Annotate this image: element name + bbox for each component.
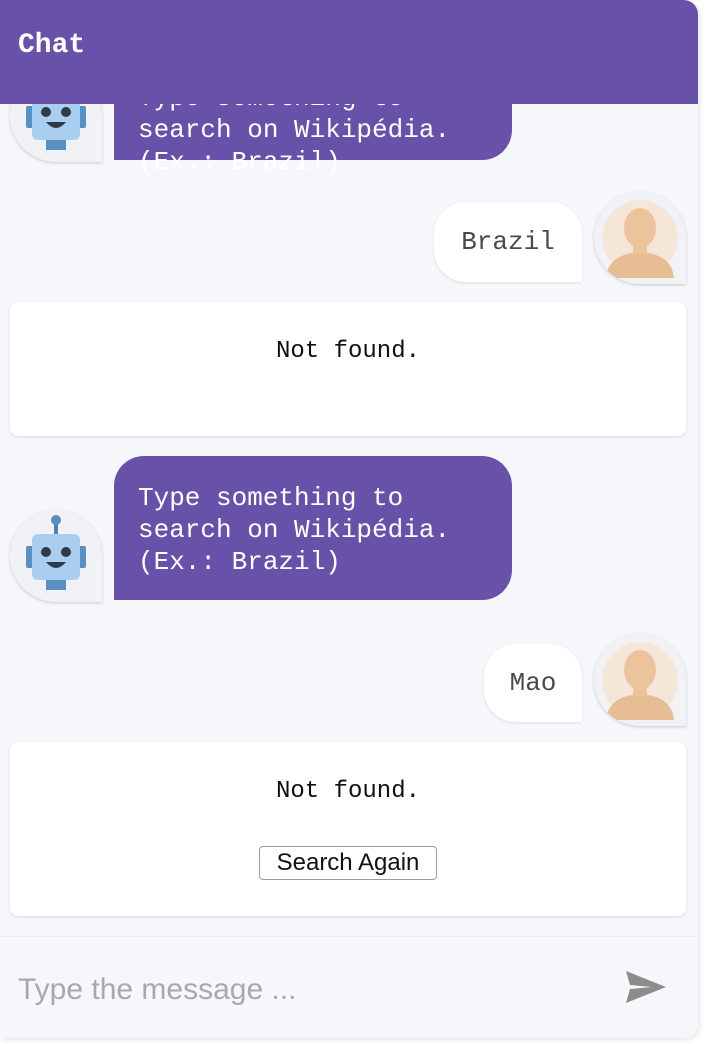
bot-avatar [10, 510, 102, 602]
user-message: Brazil [434, 202, 582, 282]
bot-message: Type something to search on Wikipédia. (… [114, 456, 512, 600]
user-message: Mao [484, 644, 582, 722]
chat-header: Chat [0, 0, 698, 104]
user-message-text: Mao [509, 668, 557, 698]
user-avatar-icon [602, 200, 678, 278]
search-again-button[interactable]: Search Again [259, 846, 437, 880]
send-button[interactable] [618, 963, 672, 1011]
user-avatar-icon [602, 642, 678, 720]
message-input[interactable] [16, 959, 600, 1021]
chat-title: Chat [18, 30, 86, 61]
bot-message: Type something to search on Wikipédia. (… [114, 104, 512, 177]
chat-window: Chat Type something to search on Wikipéd… [0, 0, 698, 1038]
bot-avatar [10, 104, 102, 162]
user-avatar [594, 192, 686, 284]
send-icon [626, 971, 666, 1003]
user-avatar [594, 634, 686, 726]
result-text: Not found. [275, 778, 421, 805]
robot-icon [26, 515, 86, 590]
robot-icon [26, 104, 86, 150]
message-input-bar [0, 936, 698, 1038]
user-message-text: Brazil [461, 227, 555, 257]
result-card: Not found. [10, 302, 686, 436]
result-text: Not found. [275, 338, 421, 365]
chat-messages[interactable]: Type something to search on Wikipédia. (… [0, 104, 698, 936]
result-card: Not found. Search Again [10, 742, 686, 916]
